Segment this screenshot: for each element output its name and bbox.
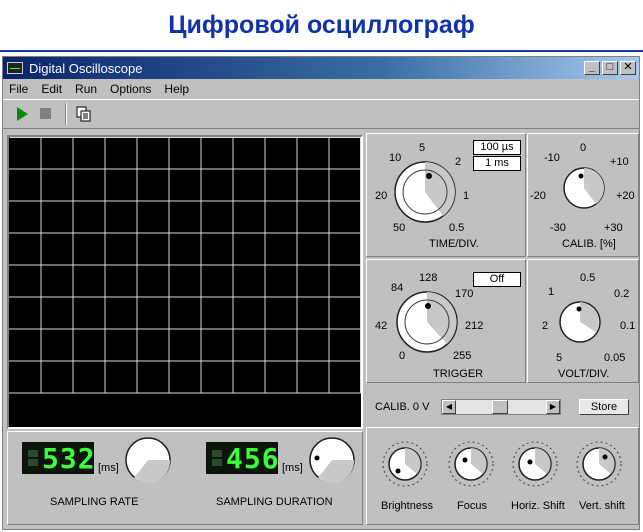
- trigger-tick-42: 42: [375, 320, 388, 332]
- menu-help[interactable]: Help: [164, 82, 189, 96]
- calib-tick-minus20: -20: [530, 190, 546, 202]
- time-tick-20: 20: [375, 190, 388, 202]
- calib-percent-knob[interactable]: [562, 166, 606, 210]
- volt-tick-5: 5: [556, 352, 563, 364]
- sampling-duration-knob[interactable]: [308, 436, 356, 484]
- minimize-button[interactable]: _: [584, 61, 600, 75]
- trigger-tick-128: 128: [419, 272, 438, 284]
- calib-tick-plus30: +30: [604, 222, 623, 234]
- screen-grid: [9, 137, 361, 394]
- sampling-duration-unit: [ms]: [282, 462, 303, 474]
- time-range-coarse-button[interactable]: 1 ms: [473, 156, 521, 171]
- menu-run[interactable]: Run: [75, 82, 97, 96]
- oscilloscope-window: Digital Oscilloscope _ □ ✕ File Edit Run…: [2, 56, 640, 530]
- sampling-panel: 532 [ms] SAMPLING RATE 456 [ms] SAMPLING…: [7, 431, 363, 525]
- trigger-tick-212: 212: [465, 320, 484, 332]
- menu-edit[interactable]: Edit: [41, 82, 62, 96]
- trigger-panel: 128 84 170 42 212 0 255 Off TRIGGER: [366, 259, 526, 383]
- scroll-left-arrow[interactable]: ◀: [442, 400, 456, 414]
- main-content: 5 10 2 20 1 50 0.5 100 µs 1 ms TIME/DIV.…: [3, 131, 641, 529]
- volt-tick-0.1: 0.1: [620, 320, 636, 332]
- stop-icon: [40, 108, 51, 119]
- sampling-rate-display: 532: [22, 441, 96, 475]
- title-bar[interactable]: Digital Oscilloscope _ □ ✕: [3, 57, 639, 79]
- time-div-panel: 5 10 2 20 1 50 0.5 100 µs 1 ms TIME/DIV.: [366, 133, 526, 257]
- menu-options[interactable]: Options: [110, 82, 151, 96]
- store-button[interactable]: Store: [579, 399, 629, 415]
- page-banner: Цифровой осциллограф: [0, 0, 643, 52]
- volt-div-label: VOLT/DIV.: [558, 368, 610, 380]
- volt-div-panel: 0.5 1 0.2 2 0.1 5 0.05 VOLT/DIV.: [527, 259, 639, 383]
- oscilloscope-screen: [7, 135, 363, 429]
- oscilloscope-app-icon: [7, 62, 23, 74]
- trigger-toggle-button[interactable]: Off: [473, 272, 521, 287]
- horiz-shift-knob[interactable]: [511, 440, 559, 488]
- window-title: Digital Oscilloscope: [29, 60, 143, 76]
- calib-tick-0: 0: [580, 142, 587, 154]
- play-icon: [17, 107, 28, 121]
- time-range-fine-button[interactable]: 100 µs: [473, 140, 521, 155]
- sampling-rate-value: 532: [42, 441, 96, 475]
- toolbar-separator: [65, 103, 67, 125]
- trigger-label: TRIGGER: [433, 368, 484, 380]
- volt-div-knob[interactable]: [558, 300, 602, 344]
- vert-shift-label: Vert. shift: [579, 500, 625, 512]
- calib-volt-label: CALIB. 0 V: [375, 401, 430, 413]
- focus-knob[interactable]: [447, 440, 495, 488]
- scroll-right-arrow[interactable]: ▶: [546, 400, 560, 414]
- horiz-shift-label: Horiz. Shift: [511, 500, 565, 512]
- sampling-rate-unit: [ms]: [98, 462, 119, 474]
- volt-tick-0.5: 0.5: [580, 272, 596, 284]
- sampling-rate-knob[interactable]: [124, 436, 172, 484]
- sampling-duration-display: 456: [206, 441, 280, 475]
- banner-title: Цифровой осциллограф: [168, 10, 475, 39]
- menu-bar: File Edit Run Options Help: [3, 79, 639, 99]
- menu-file[interactable]: File: [9, 82, 28, 96]
- time-tick-5: 5: [419, 142, 426, 154]
- calib-tick-plus10: +10: [610, 156, 629, 168]
- run-button[interactable]: [11, 103, 33, 125]
- focus-label: Focus: [457, 500, 487, 512]
- time-div-label: TIME/DIV.: [429, 238, 479, 250]
- calib-tick-plus20: +20: [616, 190, 635, 202]
- display-adjust-panel: Brightness Focus Horiz. Shift Vert. shif…: [366, 427, 639, 525]
- brightness-knob[interactable]: [381, 440, 429, 488]
- calib-volt-scrollbar[interactable]: ◀ ▶: [441, 399, 561, 415]
- calib-percent-label: CALIB. [%]: [562, 238, 616, 250]
- stop-button[interactable]: [35, 103, 57, 125]
- volt-tick-0.2: 0.2: [614, 288, 630, 300]
- sampling-duration-label: SAMPLING DURATION: [216, 496, 333, 508]
- trigger-knob[interactable]: [395, 290, 459, 354]
- toolbar: [3, 99, 639, 129]
- time-tick-1: 1: [463, 190, 470, 202]
- scroll-thumb[interactable]: [492, 400, 508, 414]
- copy-icon: [76, 106, 91, 122]
- volt-tick-1: 1: [548, 286, 555, 298]
- brightness-label: Brightness: [381, 500, 433, 512]
- volt-tick-2: 2: [542, 320, 549, 332]
- sampling-duration-value: 456: [226, 441, 280, 475]
- close-button[interactable]: ✕: [620, 61, 636, 75]
- vert-shift-knob[interactable]: [575, 440, 623, 488]
- sampling-rate-label: SAMPLING RATE: [50, 496, 139, 508]
- copy-button[interactable]: [73, 103, 95, 125]
- time-div-knob[interactable]: [393, 160, 457, 224]
- maximize-button[interactable]: □: [602, 61, 618, 75]
- calib-tick-minus30: -30: [550, 222, 566, 234]
- calib-percent-panel: 0 -10 +10 -20 +20 -30 +30 CALIB. [%]: [527, 133, 639, 257]
- volt-tick-0.05: 0.05: [604, 352, 626, 364]
- calib-tick-minus10: -10: [544, 152, 560, 164]
